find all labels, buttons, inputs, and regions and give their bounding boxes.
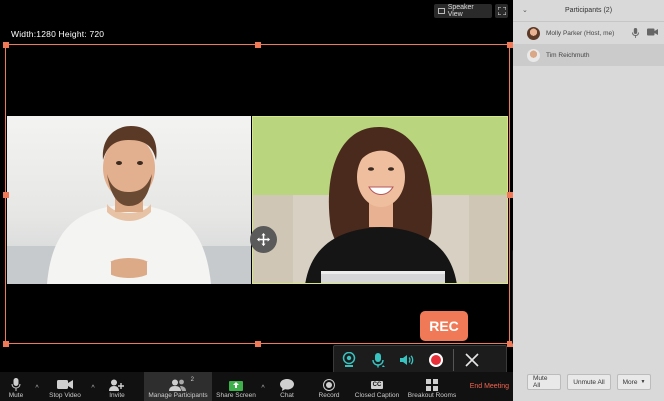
meeting-stage: Speaker View Width:1280 Height: 720 REC … [0,0,513,401]
microphone-toggle-button[interactable] [363,346,392,374]
resize-handle-top-right[interactable] [506,41,513,48]
region-dimensions-label: Width:1280 Height: 720 [11,29,105,39]
resize-handle-top-left[interactable] [2,41,9,48]
stop-video-label: Stop Video [49,392,81,399]
recording-region-frame[interactable] [2,41,513,347]
speaker-view-button[interactable]: Speaker View [434,4,492,18]
speaker-view-label: Speaker View [447,4,474,18]
video-camera-icon [647,28,658,36]
manage-participants-label: Manage Participants [148,392,208,399]
chat-label: Chat [280,392,294,399]
participants-panel-title: Participants (2) [564,7,613,14]
invite-button[interactable]: Invite [98,372,136,401]
grid-icon [438,8,445,14]
invite-label: Invite [109,392,125,399]
mute-label: Mute [8,392,24,399]
system-audio-toggle-button[interactable] [392,346,421,374]
breakout-rooms-button[interactable]: Breakout Rooms [406,372,458,401]
webcam-toggle-button[interactable] [334,346,363,374]
record-label: Record [318,392,340,399]
chat-bubble-icon [280,378,294,391]
closed-caption-label: Closed Caption [354,392,400,399]
share-screen-icon [229,380,243,391]
more-options-button[interactable]: More ▼ [617,374,651,390]
chat-button[interactable]: Chat [268,372,306,401]
breakout-rooms-icon [426,378,438,391]
rec-badge: REC [420,311,468,341]
recording-toolbar [333,345,507,375]
video-options-caret[interactable]: ^ [88,372,98,401]
move-handle[interactable] [250,226,277,253]
toolbar-divider [453,349,454,371]
share-screen-label: Share Screen [216,392,256,399]
microphone-icon [632,28,639,38]
collapse-chevron-icon[interactable]: ⌄ [522,6,528,14]
resize-handle-bottom[interactable] [255,340,261,347]
move-arrows-icon [256,232,271,247]
participant-row[interactable]: Molly Parker (Host, me) [513,22,664,44]
participant-row[interactable]: Tim Reichmuth [513,44,664,66]
participants-panel-footer: Mute All Unmute All More ▼ [513,374,664,390]
stop-video-button[interactable]: Stop Video [42,372,88,401]
closed-caption-icon: CC [370,380,384,389]
avatar [527,48,540,62]
resize-handle-top[interactable] [255,41,261,48]
audio-options-caret[interactable]: ^ [32,372,42,401]
record-button[interactable] [421,346,450,374]
closed-caption-button[interactable]: CC Closed Caption [352,372,402,401]
record-dot-icon [428,353,443,367]
resize-handle-left[interactable] [2,192,9,198]
share-options-caret[interactable]: ^ [258,372,268,401]
unmute-all-button[interactable]: Unmute All [567,374,611,390]
participant-count: 2 [190,377,194,383]
microphone-icon [11,377,21,391]
record-meeting-button[interactable]: Record [310,372,348,401]
resize-handle-bottom-left[interactable] [2,340,9,347]
mute-all-button[interactable]: Mute All [527,374,561,390]
participant-name: Tim Reichmuth [546,51,590,59]
share-screen-button[interactable]: Share Screen [214,372,258,401]
meeting-controls-bar: Mute ^ Stop Video ^ Invite 2 Manage Part… [0,372,513,401]
webcam-icon [342,352,355,367]
participant-name: Molly Parker (Host, me) [546,29,615,37]
resize-handle-right[interactable] [506,192,513,198]
speaker-icon [399,355,413,365]
participants-panel: ⌄ Participants (2) Molly Parker (Host, m… [513,0,664,401]
avatar [527,26,540,40]
participants-icon [169,379,186,391]
breakout-rooms-label: Breakout Rooms [407,392,457,399]
fullscreen-icon [497,7,506,15]
end-meeting-button[interactable]: End Meeting [466,372,513,401]
fullscreen-button[interactable] [495,4,508,18]
microphone-icon [371,353,385,368]
more-options-label: More [622,378,638,386]
invite-user-icon [109,379,124,391]
close-icon [464,353,479,367]
manage-participants-button[interactable]: 2 Manage Participants [144,372,212,401]
participants-panel-header: ⌄ Participants (2) [513,0,664,22]
record-icon [323,378,335,391]
close-recorder-button[interactable] [457,346,486,374]
mute-button[interactable]: Mute [0,372,32,401]
chevron-down-icon: ▼ [640,379,646,385]
video-camera-icon [57,380,73,389]
